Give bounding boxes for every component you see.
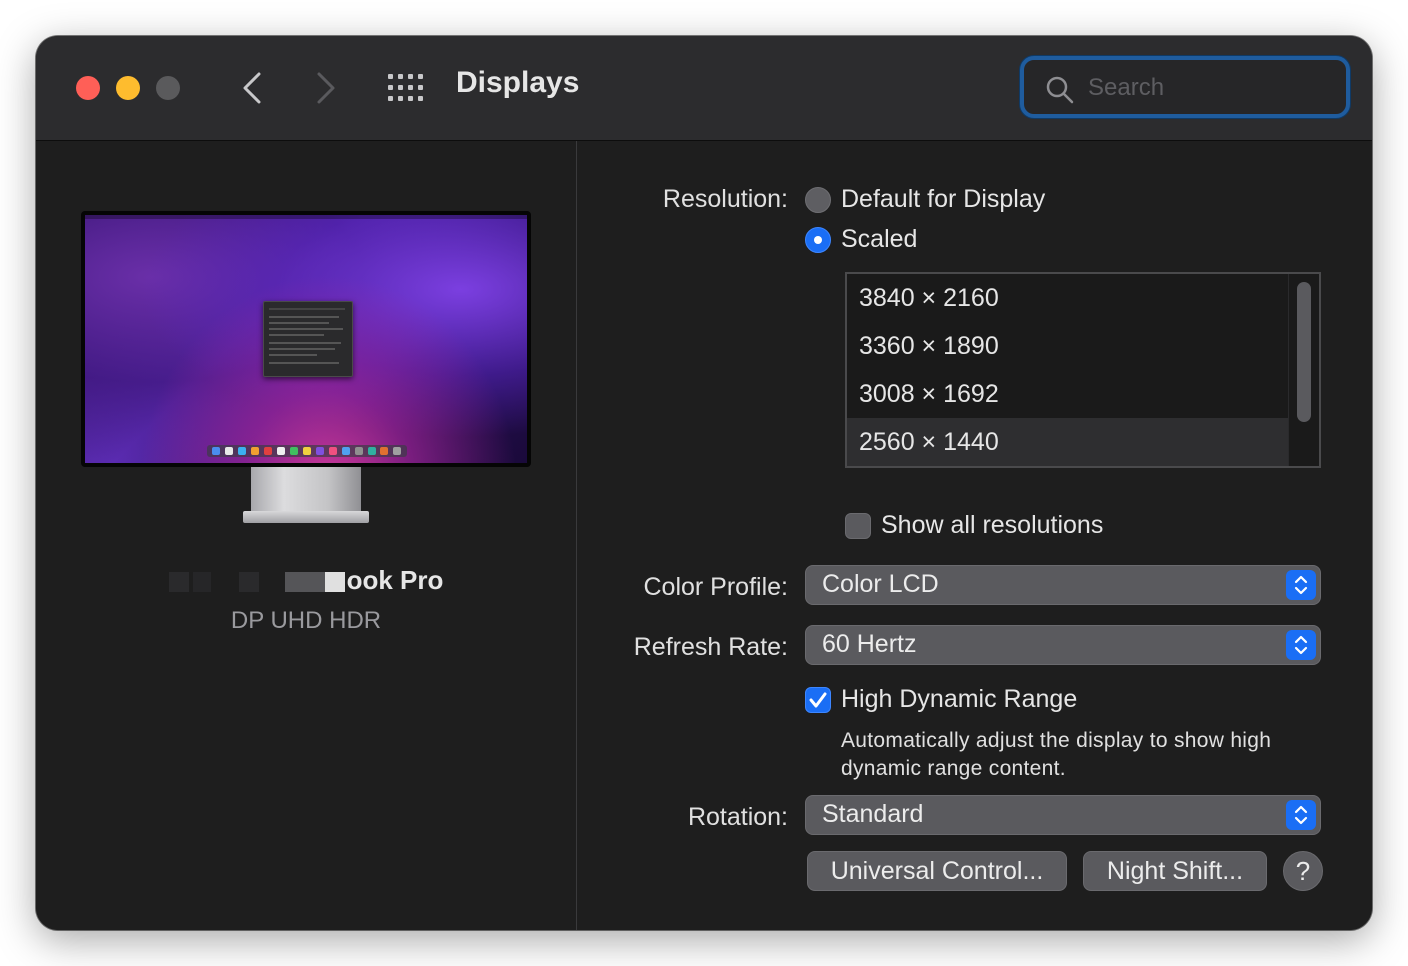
zoom-button: [156, 76, 180, 100]
scrollbar-thumb[interactable]: [1297, 282, 1311, 422]
color-profile-label: Color Profile:: [643, 573, 789, 601]
hdr-checkbox[interactable]: [805, 687, 831, 713]
radio-default-for-display[interactable]: [805, 187, 831, 213]
forward-button[interactable]: [308, 68, 344, 108]
checkmark-icon: [809, 692, 827, 708]
rotation-popup[interactable]: Standard: [805, 795, 1321, 835]
color-profile-value: Color LCD: [822, 570, 939, 598]
show-all-button[interactable]: [386, 70, 426, 106]
search-field[interactable]: [1020, 56, 1350, 118]
minimize-button[interactable]: [116, 76, 140, 100]
mini-menubar: [85, 215, 527, 219]
chevron-right-icon: [317, 72, 335, 104]
refresh-rate-popup[interactable]: 60 Hertz: [805, 625, 1321, 665]
resolution-option[interactable]: 3008 × 1692: [847, 370, 1289, 418]
monitor-stand-base: [243, 511, 369, 523]
magnifier-icon: [1046, 76, 1074, 104]
resolution-option[interactable]: 3360 × 1890: [847, 322, 1289, 370]
radio-scaled-label[interactable]: Scaled: [841, 225, 917, 254]
window-title: Displays: [456, 66, 580, 99]
mini-window: [263, 301, 353, 377]
resolution-option[interactable]: 3840 × 2160: [847, 274, 1289, 322]
redaction-block: [262, 572, 281, 593]
display-name: ook Pro: [36, 565, 576, 596]
redaction-block: [168, 572, 189, 593]
search-input[interactable]: [1086, 70, 1340, 106]
universal-control-button[interactable]: Universal Control...: [807, 851, 1067, 891]
display-preview-panel: ook Pro DP UHD HDR: [36, 141, 577, 930]
night-shift-button[interactable]: Night Shift...: [1083, 851, 1267, 891]
redaction-block: [324, 572, 345, 593]
close-button[interactable]: [76, 76, 100, 100]
resolution-scrollbar[interactable]: [1288, 274, 1319, 466]
back-button[interactable]: [234, 68, 270, 108]
up-down-chevron-icon: [1286, 630, 1316, 660]
redaction-block: [192, 572, 211, 593]
chevron-left-icon: [243, 72, 261, 104]
hdr-label[interactable]: High Dynamic Range: [841, 685, 1077, 714]
monitor-preview: [81, 211, 531, 467]
mini-dock: [207, 445, 407, 457]
displays-window: Displays Search ook Pro DP UHD HDR Resol…: [36, 36, 1372, 930]
redaction-block: [284, 572, 325, 593]
redaction-block: [238, 572, 259, 593]
up-down-chevron-icon: [1286, 800, 1316, 830]
show-all-resolutions-label[interactable]: Show all resolutions: [881, 511, 1103, 540]
redaction-block: [214, 572, 235, 593]
display-name-text: ook Pro: [346, 565, 444, 595]
radio-default-label[interactable]: Default for Display: [841, 185, 1045, 214]
resolution-list[interactable]: 3840 × 2160 3360 × 1890 3008 × 1692 2560…: [845, 272, 1321, 468]
grid-icon: [388, 74, 423, 101]
hdr-description: Automatically adjust the display to show…: [841, 729, 1272, 780]
resolution-option-selected[interactable]: 2560 × 1440: [847, 418, 1289, 466]
rotation-value: Standard: [822, 800, 924, 828]
settings-panel: Resolution: Default for Display Scaled 3…: [577, 141, 1372, 930]
title-bar: Displays: [36, 36, 1372, 141]
refresh-rate-label: Refresh Rate:: [633, 633, 788, 661]
show-all-resolutions-checkbox[interactable]: [845, 513, 871, 539]
resolution-label: Resolution:: [662, 185, 788, 213]
up-down-chevron-icon: [1286, 570, 1316, 600]
radio-scaled[interactable]: [805, 227, 831, 253]
refresh-rate-value: 60 Hertz: [822, 630, 917, 658]
rotation-label: Rotation:: [687, 803, 788, 831]
display-model: DP UHD HDR: [230, 607, 382, 634]
color-profile-popup[interactable]: Color LCD: [805, 565, 1321, 605]
help-button[interactable]: ?: [1283, 851, 1323, 891]
monitor-stand: [251, 467, 361, 511]
